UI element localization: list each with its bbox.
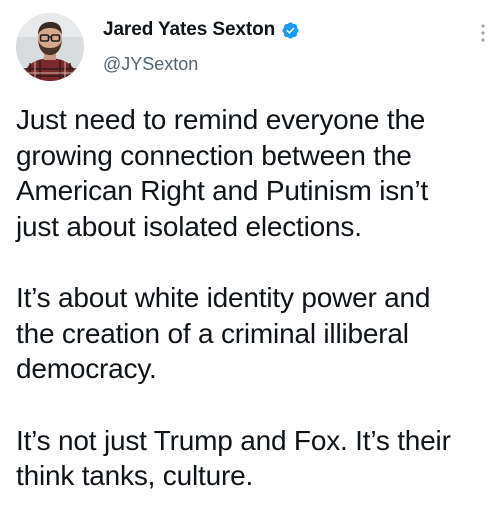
tweet-paragraph: It’s about white identity power and the …	[16, 282, 431, 384]
author-handle[interactable]: @JYSexton	[103, 54, 198, 75]
more-vertical-icon[interactable]	[480, 22, 486, 44]
avatar-image	[16, 13, 84, 81]
tweet-paragraph: It’s not just Trump and Fox. It’s their …	[16, 424, 451, 492]
tweet: Jared Yates Sexton @JYSexton Just need t…	[0, 0, 500, 510]
avatar[interactable]	[16, 13, 84, 81]
author-name-row: Jared Yates Sexton	[103, 19, 300, 41]
author-display-name[interactable]: Jared Yates Sexton	[103, 19, 275, 41]
tweet-text: Just need to remind everyone the growing…	[16, 102, 488, 494]
tweet-paragraph: Just need to remind everyone the growing…	[16, 104, 429, 242]
verified-badge-icon	[281, 21, 300, 40]
